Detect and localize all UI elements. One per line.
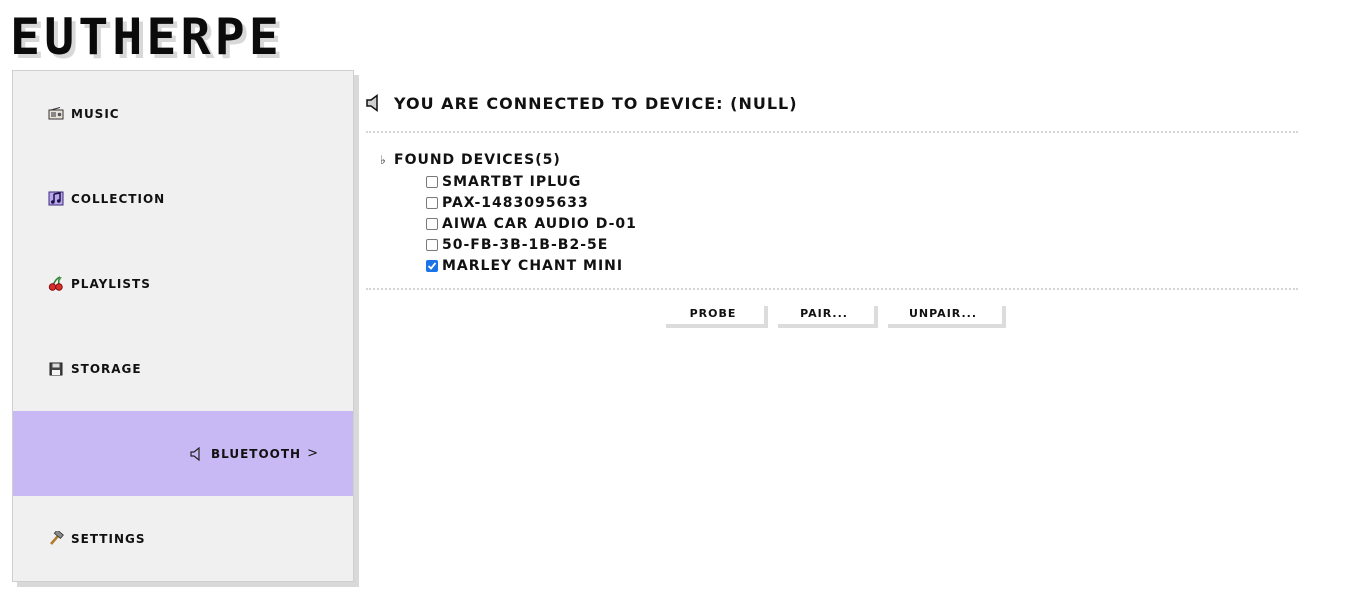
action-buttons: PROBE PAIR... UNPAIR... <box>366 302 1298 324</box>
sidebar-item-label: BLUETOOTH <box>210 446 302 461</box>
speaker-icon <box>366 94 384 112</box>
connection-status: YOU ARE CONNECTED TO DEVICE: (NULL) <box>366 88 1298 118</box>
sidebar: MUSIC COLLECTION PLAYLISTS STORAGE BLUET… <box>12 70 354 582</box>
list-item: PAX-1483095633 <box>426 192 1298 213</box>
device-name: AIWA CAR AUDIO D-01 <box>442 215 637 232</box>
list-item: 50-FB-3B-1B-B2-5E <box>426 234 1298 255</box>
device-name: PAX-1483095633 <box>442 194 589 211</box>
sidebar-item-music[interactable]: MUSIC <box>13 71 353 156</box>
radio-icon <box>47 107 65 121</box>
cherries-icon <box>47 276 65 291</box>
sidebar-item-label: MUSIC <box>71 106 120 121</box>
hammer-icon <box>47 531 65 546</box>
sidebar-item-label: SETTINGS <box>71 531 146 546</box>
chevron-right-icon: > <box>307 446 319 461</box>
bluetooth-panel: YOU ARE CONNECTED TO DEVICE: (NULL) ♭ FO… <box>366 88 1298 324</box>
found-devices-header[interactable]: ♭ FOUND DEVICES(5) <box>380 151 1298 169</box>
divider <box>366 288 1298 290</box>
sidebar-item-label: STORAGE <box>71 361 142 376</box>
music-notes-icon <box>47 191 65 206</box>
pair-button[interactable]: PAIR... <box>774 302 874 324</box>
device-checkbox[interactable] <box>426 238 438 251</box>
found-devices-label: FOUND DEVICES(5) <box>394 152 561 168</box>
device-checkbox[interactable] <box>426 175 438 188</box>
list-item: SMARTBT IPLUG <box>426 171 1298 192</box>
app-logo: EUTHERPE <box>10 8 283 66</box>
device-name: 50-FB-3B-1B-B2-5E <box>442 236 609 253</box>
device-name: SMARTBT IPLUG <box>442 173 582 190</box>
floppy-disk-icon <box>47 362 65 376</box>
connection-status-text: YOU ARE CONNECTED TO DEVICE: (NULL) <box>394 93 798 113</box>
sidebar-item-playlists[interactable]: PLAYLISTS <box>13 241 353 326</box>
device-checkbox[interactable] <box>426 259 438 272</box>
list-item: MARLEY CHANT MINI <box>426 255 1298 276</box>
probe-button[interactable]: PROBE <box>662 302 764 324</box>
sidebar-item-settings[interactable]: SETTINGS <box>13 496 353 581</box>
sidebar-item-label: COLLECTION <box>71 191 166 206</box>
list-item: AIWA CAR AUDIO D-01 <box>426 213 1298 234</box>
unpair-button[interactable]: UNPAIR... <box>884 302 1002 324</box>
checkmark-icon <box>427 261 437 270</box>
sidebar-item-bluetooth[interactable]: BLUETOOTH > <box>13 411 353 496</box>
sidebar-item-storage[interactable]: STORAGE <box>13 326 353 411</box>
speaker-icon <box>187 446 205 461</box>
sidebar-item-collection[interactable]: COLLECTION <box>13 156 353 241</box>
device-name: MARLEY CHANT MINI <box>442 257 624 274</box>
sidebar-item-label: PLAYLISTS <box>71 276 151 291</box>
device-list: SMARTBT IPLUG PAX-1483095633 AIWA CAR AU… <box>426 171 1298 276</box>
flat-icon: ♭ <box>380 153 387 167</box>
divider <box>366 131 1298 133</box>
device-checkbox[interactable] <box>426 196 438 209</box>
found-devices-tree: ♭ FOUND DEVICES(5) SMARTBT IPLUG PAX-148… <box>366 151 1298 276</box>
device-checkbox[interactable] <box>426 217 438 230</box>
